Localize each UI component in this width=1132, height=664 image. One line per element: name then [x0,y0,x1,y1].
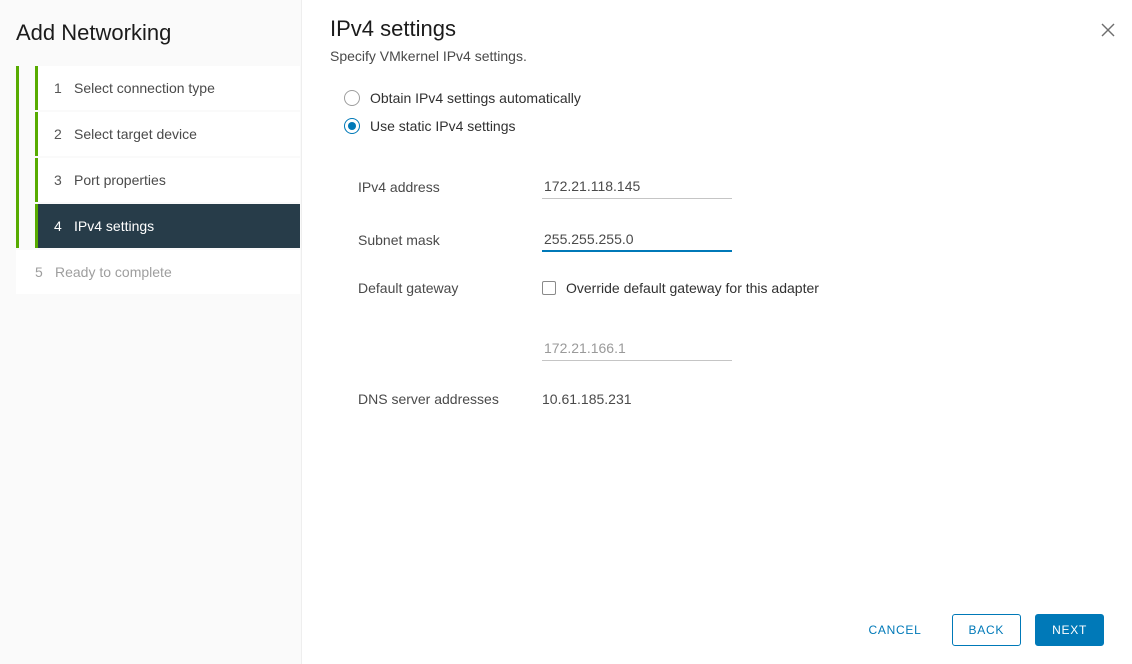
step-label: IPv4 settings [74,218,154,234]
default-gateway-input [542,336,732,361]
step-label: Select target device [74,126,197,142]
radio-icon [344,90,360,106]
row-subnet-mask: Subnet mask [358,227,1104,252]
wizard-main-panel: IPv4 settings Specify VMkernel IPv4 sett… [302,0,1132,664]
wizard-step-ipv4-settings[interactable]: 4 IPv4 settings [35,204,300,248]
wizard-sidebar: Add Networking 1 Select connection type … [0,0,302,664]
step-number: 4 [54,218,74,234]
ipv4-address-label: IPv4 address [358,179,542,195]
next-button[interactable]: NEXT [1035,614,1104,646]
subnet-mask-input[interactable] [542,227,732,252]
step-label: Ready to complete [55,264,172,280]
back-button[interactable]: BACK [952,614,1022,646]
override-gateway-checkbox[interactable]: Override default gateway for this adapte… [542,280,1104,296]
wizard-track: 1 Select connection type 2 Select target… [16,66,301,248]
radio-use-static[interactable]: Use static IPv4 settings [344,118,1104,134]
wizard-step-port-properties[interactable]: 3 Port properties [35,158,300,202]
radio-icon [344,118,360,134]
close-button[interactable] [1100,22,1116,41]
close-icon [1100,25,1116,41]
wizard-title: Add Networking [0,16,301,64]
add-networking-wizard: Add Networking 1 Select connection type … [0,0,1132,664]
ipv4-address-input[interactable] [542,174,732,199]
page-subtitle: Specify VMkernel IPv4 settings. [330,48,1104,64]
wizard-step-connection-type[interactable]: 1 Select connection type [35,66,300,110]
row-default-gateway: Default gateway Override default gateway… [358,280,1104,361]
page-title: IPv4 settings [330,16,1104,42]
step-number: 5 [35,264,55,280]
checkbox-icon [542,281,556,295]
row-ipv4-address: IPv4 address [358,174,1104,199]
ipv4-form: IPv4 address Subnet mask Default gateway… [358,174,1104,435]
ip-mode-radio-group: Obtain IPv4 settings automatically Use s… [344,90,1104,146]
step-label: Select connection type [74,80,215,96]
checkbox-label: Override default gateway for this adapte… [566,280,819,296]
radio-label: Obtain IPv4 settings automatically [370,90,581,106]
cancel-button[interactable]: CANCEL [853,614,938,646]
wizard-footer: CANCEL BACK NEXT [330,600,1104,664]
dns-label: DNS server addresses [358,391,542,407]
wizard-step-target-device[interactable]: 2 Select target device [35,112,300,156]
step-number: 1 [54,80,74,96]
step-number: 3 [54,172,74,188]
step-number: 2 [54,126,74,142]
radio-obtain-auto[interactable]: Obtain IPv4 settings automatically [344,90,1104,106]
radio-label: Use static IPv4 settings [370,118,516,134]
wizard-steps-list: 1 Select connection type 2 Select target… [0,66,301,294]
subnet-mask-label: Subnet mask [358,232,542,248]
step-label: Port properties [74,172,166,188]
row-dns: DNS server addresses 10.61.185.231 [358,391,1104,407]
dns-value: 10.61.185.231 [542,391,1104,407]
default-gateway-label: Default gateway [358,280,542,296]
wizard-step-ready-complete: 5 Ready to complete [16,250,300,294]
